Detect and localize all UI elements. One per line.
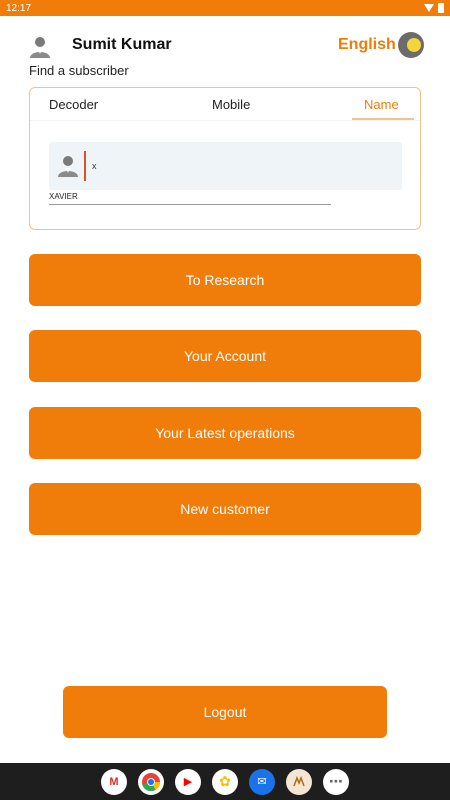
status-icons [424, 3, 444, 13]
messages-icon[interactable]: ✉ [249, 768, 275, 795]
search-card: Decoder Mobile Name x XAVIER [29, 87, 421, 230]
theme-toggle-icon[interactable] [398, 32, 424, 58]
logout-button[interactable]: Logout [63, 686, 387, 738]
status-bar: 12:17 [0, 0, 450, 16]
your-account-button[interactable]: Your Account [29, 330, 421, 382]
wifi-icon [424, 4, 434, 12]
app-logo-glyph [293, 775, 305, 786]
tabs-divider [30, 120, 420, 121]
chrome-glyph [142, 772, 160, 791]
messages-glyph: ✉ [257, 776, 267, 788]
user-avatar-icon[interactable] [28, 34, 52, 58]
chrome-icon[interactable] [138, 768, 164, 795]
user-name: Sumit Kumar [72, 36, 172, 53]
find-subscriber-label: Find a subscriber [29, 63, 129, 78]
to-research-button[interactable]: To Research [29, 254, 421, 306]
search-input-value[interactable]: x [92, 161, 97, 171]
latest-operations-button[interactable]: Your Latest operations [29, 407, 421, 459]
battery-icon [438, 3, 444, 13]
youtube-glyph: ▶ [183, 776, 193, 788]
app-drawer-icon[interactable]: ⋯ [323, 768, 349, 795]
result-underline [49, 204, 331, 205]
tab-mobile[interactable]: Mobile [212, 97, 250, 112]
taskbar: M ▶ ✿ ✉ ⋯ [0, 763, 450, 800]
status-time: 12:17 [6, 2, 32, 14]
gmail-icon[interactable]: M [101, 768, 127, 795]
photos-icon[interactable]: ✿ [212, 768, 238, 795]
youtube-icon[interactable]: ▶ [175, 768, 201, 795]
search-tabs: Decoder Mobile Name [30, 88, 420, 120]
app-drawer-glyph: ⋯ [329, 773, 343, 789]
name-search-field[interactable]: x [49, 142, 402, 190]
new-customer-button[interactable]: New customer [29, 483, 421, 535]
search-result-item[interactable]: XAVIER [49, 192, 78, 201]
language-selector[interactable]: English [338, 36, 396, 54]
person-icon [58, 156, 78, 177]
photos-glyph: ✿ [219, 773, 231, 789]
tab-decoder[interactable]: Decoder [49, 97, 98, 112]
tab-name[interactable]: Name [364, 97, 399, 112]
gmail-glyph: M [109, 775, 119, 788]
input-cursor-divider [84, 151, 86, 181]
app-logo-icon[interactable] [286, 768, 312, 795]
